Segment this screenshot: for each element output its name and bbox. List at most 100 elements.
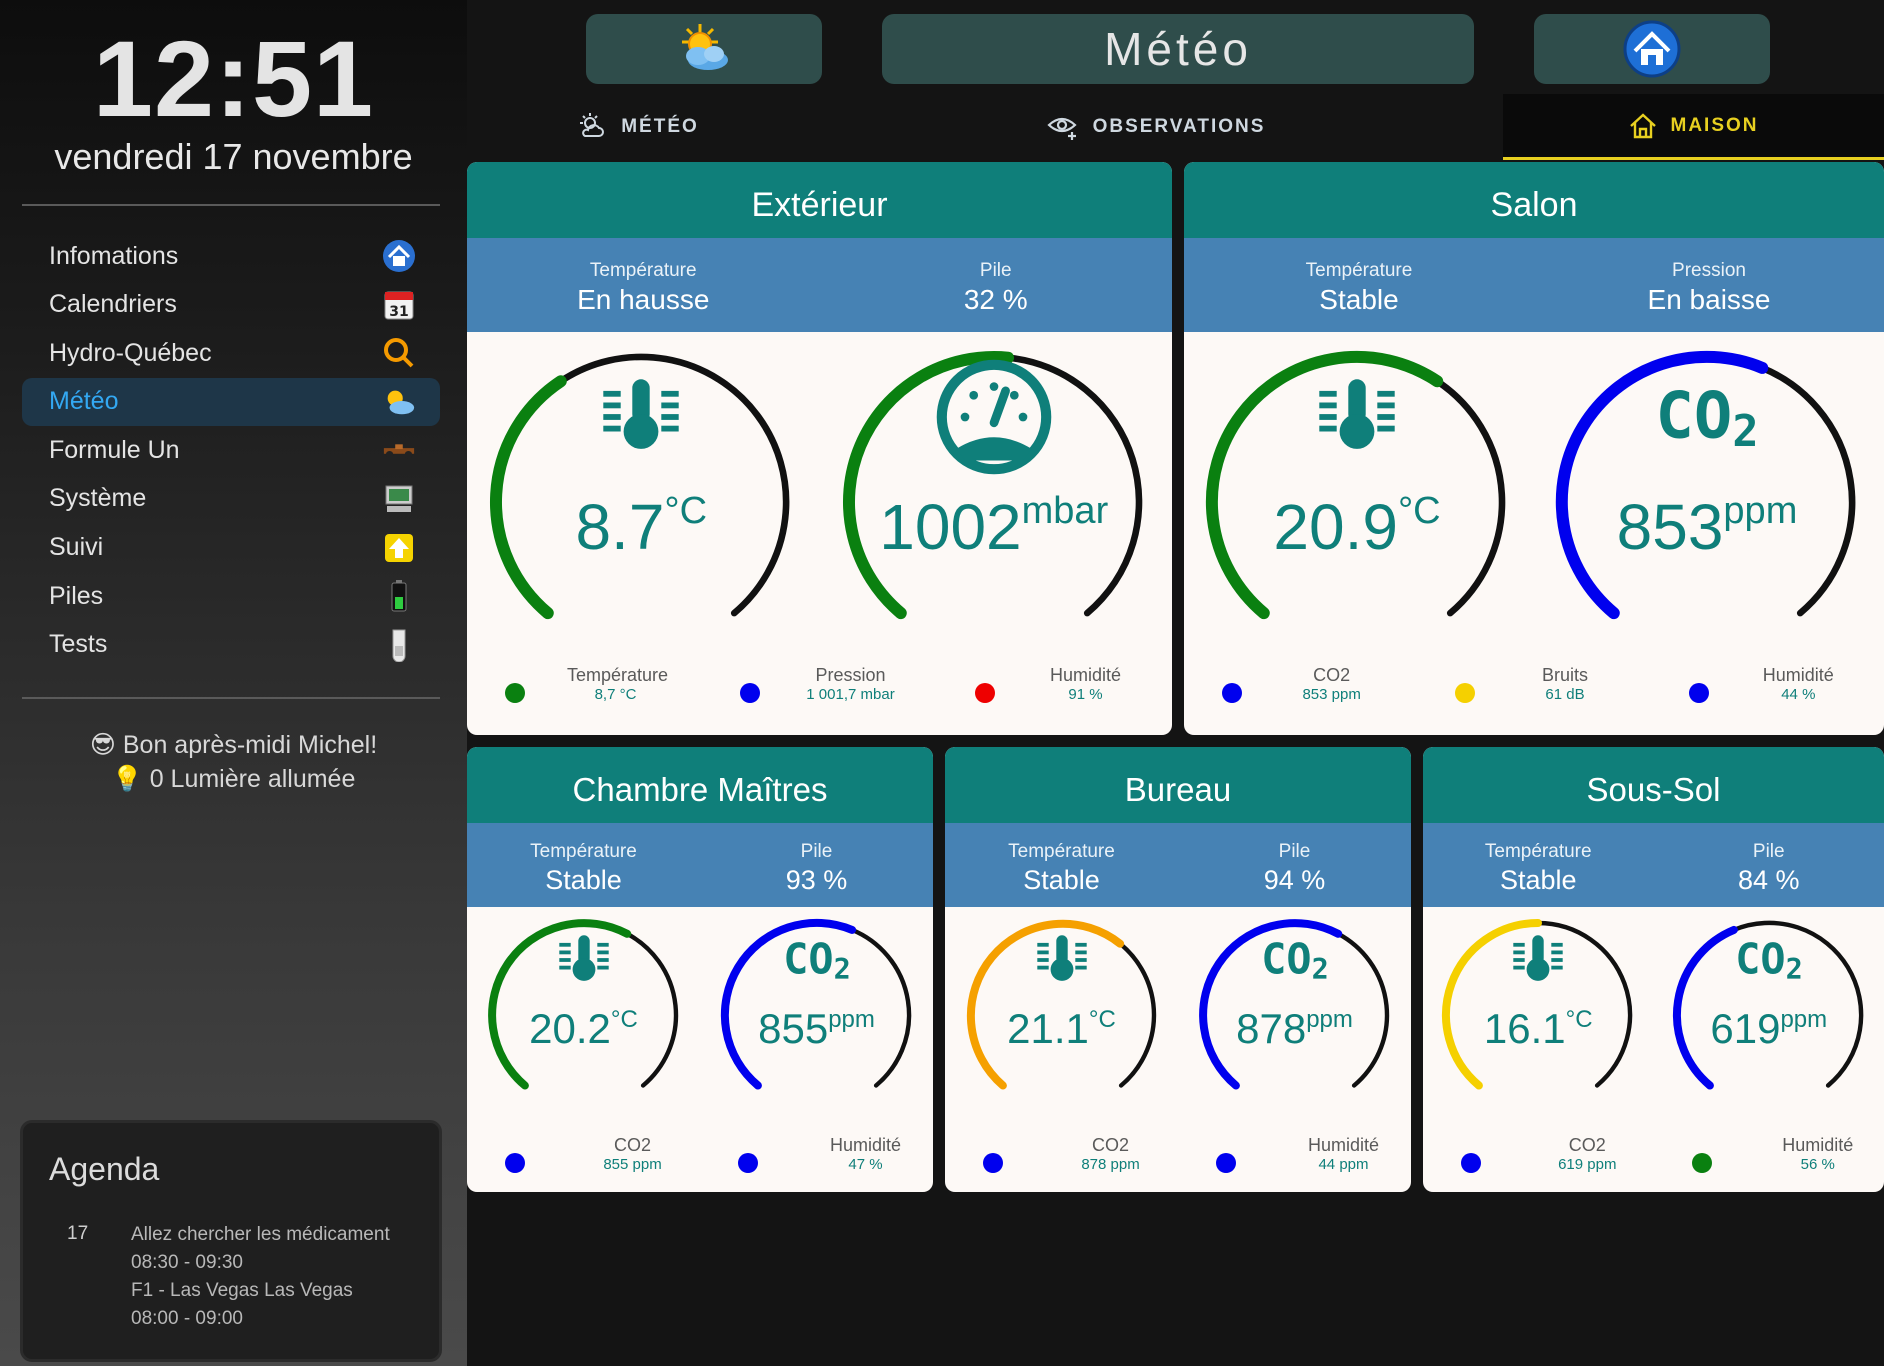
gauge-readout: 16.1°C	[1446, 1005, 1630, 1053]
legend-item: Humidité 91 %	[997, 665, 1134, 703]
page-title-button[interactable]: Météo	[882, 14, 1474, 84]
weather-icon	[580, 113, 605, 137]
home-button[interactable]	[1534, 14, 1770, 84]
lights-text: 0 Lumière allumée	[149, 765, 356, 793]
room-card[interactable]: Chambre Maîtres Température Stable Pile 93 %…	[467, 747, 933, 1192]
legend-value: 44 %	[1781, 686, 1816, 703]
svg-text:CO2: CO2	[783, 934, 851, 986]
legend-label: Humidité	[1307, 1135, 1380, 1155]
tab-label: MÉTÉO	[621, 116, 699, 137]
room-card[interactable]: Sous-Sol Température Stable Pile 84 % 16.1°C C…	[1423, 747, 1884, 1192]
gauge-track	[1004, 354, 1143, 617]
tab-label: OBSERVATIONS	[1092, 116, 1266, 137]
tab-bar: MÉTÉO OBSERVATIONS MAISON	[467, 94, 1884, 160]
room-card[interactable]: Extérieur Température En hausse Pile 32 % 8.7…	[467, 162, 1172, 735]
legend-value: 853 ppm	[1302, 686, 1361, 703]
bulb-emoji: 💡	[111, 765, 143, 793]
sidebar-item[interactable]: Suivi	[22, 524, 440, 572]
tab-observations[interactable]: OBSERVATIONS	[809, 94, 1503, 160]
sidebar-item[interactable]: Tests	[22, 621, 440, 669]
status-item: Température Stable	[467, 841, 700, 907]
nav-menu: Infomations Calendriers 31 Hydro-Québec Mété…	[22, 232, 440, 669]
legend-label: Bruits	[1541, 665, 1588, 685]
co2-icon: CO2	[1261, 934, 1329, 986]
house-icon	[1623, 20, 1681, 78]
sidebar-item[interactable]: Formule Un	[22, 426, 440, 474]
status-item: Pile 32 %	[820, 260, 1173, 332]
status-item: Température Stable	[945, 841, 1178, 907]
gauge-readout: 20.9°C	[1212, 490, 1502, 564]
svg-text:CO2: CO2	[1655, 379, 1758, 457]
legend-item: Humidité 44 ppm	[1238, 1135, 1399, 1173]
sidebar-item-label: Météo	[49, 387, 119, 416]
legend-item: Humidité 56 %	[1714, 1135, 1873, 1173]
status-value: 84 %	[1737, 865, 1800, 895]
sidebar-item[interactable]: Météo	[22, 377, 440, 426]
calendar-icon: 31	[382, 288, 416, 322]
divider	[22, 697, 440, 699]
gauge-value: 855	[758, 1005, 829, 1052]
tab-maison[interactable]: MAISON	[1503, 94, 1884, 160]
gauge-unit: °C	[610, 1006, 638, 1033]
weather-button[interactable]	[586, 14, 822, 84]
legend-value: 855 ppm	[603, 1156, 662, 1173]
test-tube-icon	[382, 628, 416, 662]
date: vendredi 17 novembre	[54, 136, 413, 177]
legend-value: 47 %	[848, 1156, 883, 1173]
room-card[interactable]: Bureau Température Stable Pile 94 % 21.1°C CO2…	[945, 747, 1411, 1192]
up-arrow-icon	[382, 531, 416, 565]
legend-item: Température 8,7 °C	[527, 665, 669, 703]
legend-item: CO2 619 ppm	[1483, 1135, 1642, 1173]
tab-meteo[interactable]: MÉTÉO	[467, 94, 809, 160]
gauge-readout: 855ppm	[725, 1005, 909, 1053]
legend-dot	[1222, 683, 1242, 703]
sidebar-item[interactable]: Infomations	[22, 232, 440, 280]
sidebar-item-label: Hydro-Québec	[49, 338, 212, 367]
sidebar-item-label: Suivi	[49, 533, 104, 562]
gauge-unit: mbar	[1021, 490, 1109, 532]
gauge-fill	[842, 351, 1014, 620]
card-status-bar: Température Stable Pile 84 %	[1423, 823, 1884, 907]
computer-icon	[382, 482, 416, 516]
legend-label: CO2	[1313, 665, 1351, 685]
gauge-readout: 8.7°C	[496, 490, 786, 564]
sidebar-item[interactable]: Hydro-Québec	[22, 329, 440, 377]
sidebar-item[interactable]: Piles	[22, 572, 440, 620]
gauge-readout: 21.1°C	[970, 1005, 1154, 1053]
sidebar-item[interactable]: Calendriers 31	[22, 281, 440, 329]
room-card[interactable]: Salon Température Stable Pression En baisse 2…	[1184, 162, 1884, 735]
agenda-event-title: Allez chercher les médicament	[131, 1224, 390, 1245]
card-title: Extérieur	[467, 162, 1172, 238]
status-value: En baisse	[1647, 284, 1771, 315]
card-status-bar: Température Stable Pression En baisse	[1184, 238, 1884, 332]
agenda-panel[interactable]: Agenda 17 Allez chercher les médicament …	[20, 1120, 442, 1362]
thermometer-icon	[1319, 379, 1395, 449]
status-label: Température	[1484, 841, 1592, 862]
status-label: Température	[530, 841, 637, 862]
status-label: Température	[1305, 260, 1413, 281]
legend-label: Température	[567, 665, 669, 685]
status-label: Pile	[1752, 841, 1785, 862]
sidebar-item-label: Infomations	[49, 241, 179, 270]
home-outline-icon	[1629, 112, 1656, 138]
sidebar-item[interactable]: Système	[22, 475, 440, 523]
thermometer-icon	[1513, 935, 1563, 981]
legend-item: Bruits 61 dB	[1477, 665, 1612, 703]
legend-label: Humidité	[829, 1135, 902, 1155]
status-value: 32 %	[963, 284, 1028, 315]
gauge-value: 20.2	[529, 1005, 611, 1052]
thermometer-icon	[558, 935, 609, 981]
sidebar-item-label: Tests	[49, 630, 108, 659]
legend-label: Pression	[815, 665, 886, 685]
status-label: Pile	[800, 841, 833, 862]
status-value: Stable	[1319, 284, 1399, 315]
gauge-value: 878	[1236, 1005, 1307, 1052]
legend-item: Pression 1 001,7 mbar	[762, 665, 899, 703]
gauge-value: 21.1	[1007, 1005, 1089, 1052]
gauge-unit: ppm	[1723, 490, 1798, 532]
clock: 12:51	[92, 18, 375, 139]
thermometer-icon	[603, 379, 679, 449]
sunglasses-emoji: 😎	[89, 731, 116, 759]
svg-text:CO2: CO2	[1261, 934, 1329, 986]
gauge-readout: 20.2°C	[492, 1005, 676, 1053]
